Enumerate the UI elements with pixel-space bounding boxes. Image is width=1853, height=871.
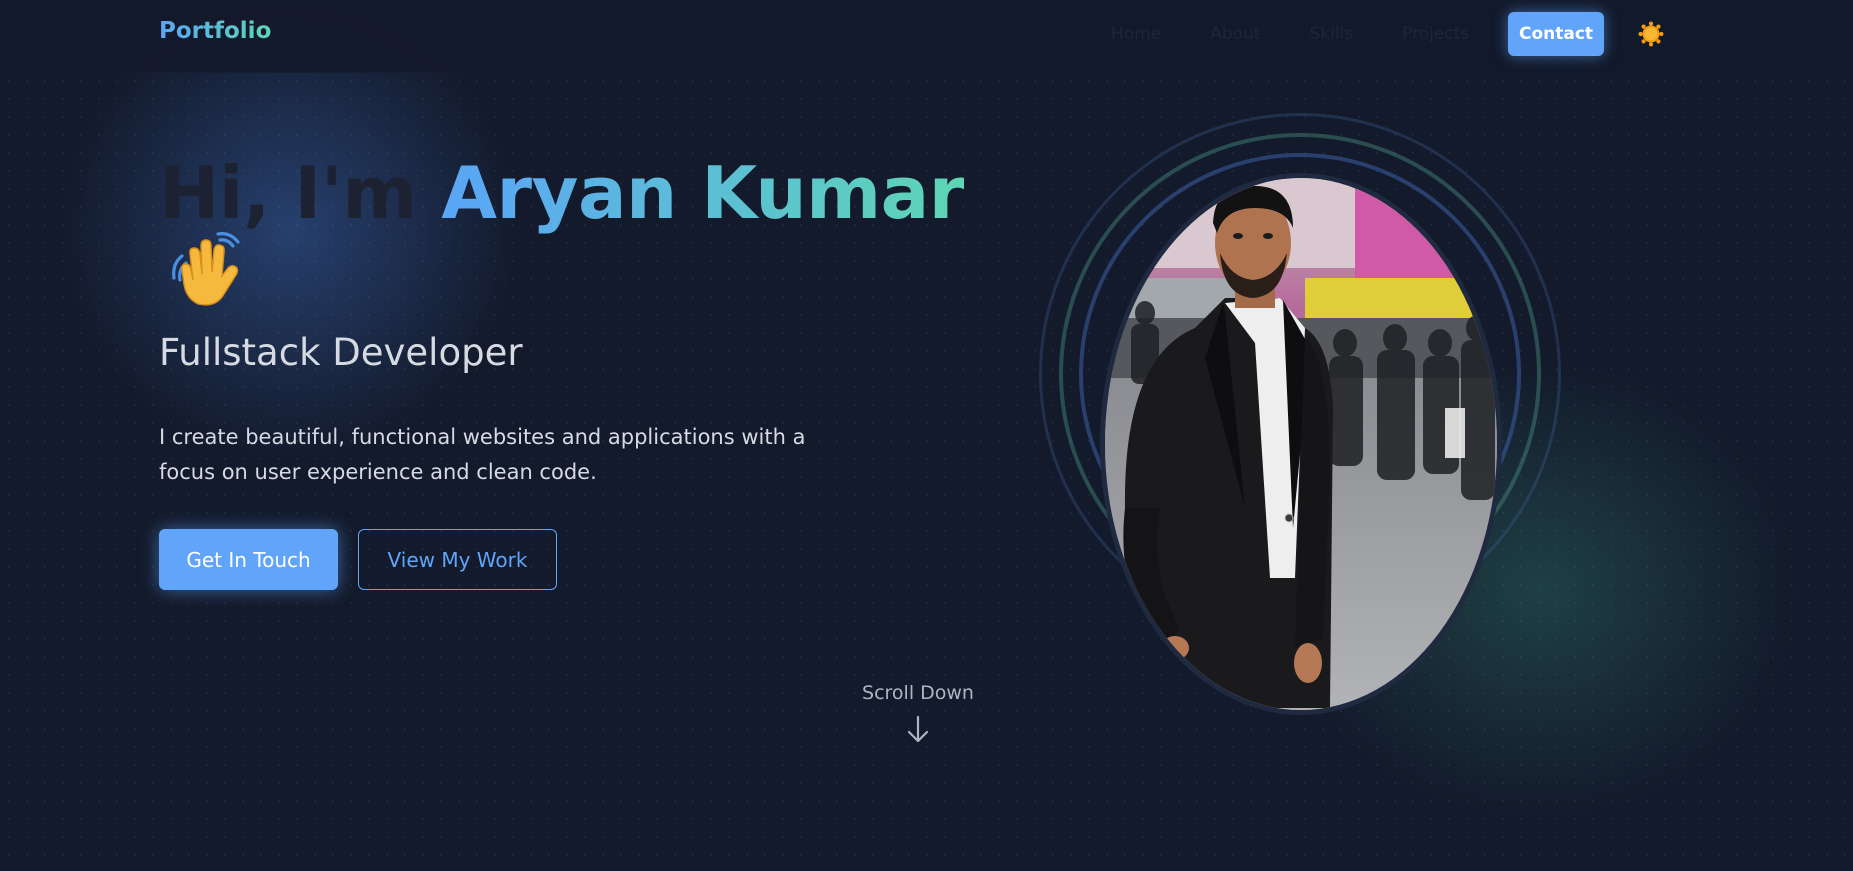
- navbar: Portfolio Home About Skills Projects Con…: [0, 0, 1853, 73]
- hero-subtitle: Fullstack Developer: [159, 331, 523, 374]
- profile-photo: [1100, 173, 1502, 715]
- waving-hand-icon: [168, 228, 252, 312]
- hero-description: I create beautiful, functional websites …: [159, 425, 806, 484]
- view-my-work-button[interactable]: View My Work: [358, 529, 557, 590]
- nav-links: Home About Skills Projects: [1111, 22, 1469, 46]
- contact-button[interactable]: Contact: [1508, 12, 1604, 56]
- nav-link-home[interactable]: Home: [1111, 22, 1161, 46]
- page: Portfolio Home About Skills Projects Con…: [0, 0, 1853, 871]
- sun-icon: [1638, 21, 1664, 47]
- nav-link-projects[interactable]: Projects: [1402, 22, 1469, 46]
- hero-name: Aryan Kumar: [441, 151, 964, 235]
- site-logo[interactable]: Portfolio: [159, 18, 271, 44]
- scroll-down-label: Scroll Down: [862, 682, 974, 704]
- theme-toggle-button[interactable]: [1638, 21, 1664, 47]
- scroll-down-indicator[interactable]: Scroll Down: [858, 682, 978, 744]
- get-in-touch-button[interactable]: Get In Touch: [159, 529, 338, 590]
- arrow-down-icon: [907, 715, 929, 743]
- nav-link-about[interactable]: About: [1210, 22, 1260, 46]
- hero-greeting: Hi, I'm: [159, 151, 442, 235]
- hero-heading: Hi, I'm Aryan Kumar: [159, 150, 964, 236]
- nav-link-skills[interactable]: Skills: [1309, 22, 1353, 46]
